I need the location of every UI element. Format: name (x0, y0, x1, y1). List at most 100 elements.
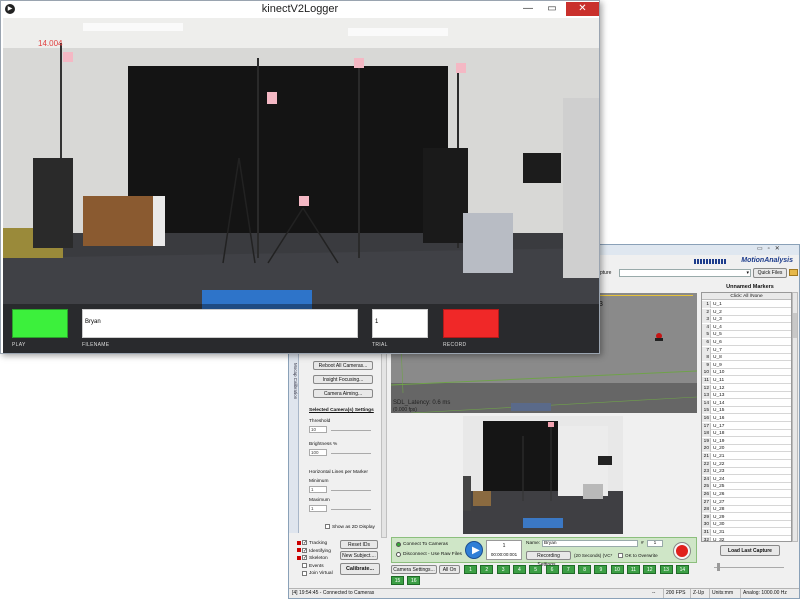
trial-number-input[interactable]: 1 (647, 540, 663, 547)
maximum-input[interactable]: 1 (309, 505, 327, 512)
play-button[interactable] (12, 309, 68, 338)
marker-row[interactable]: 30 U_30 (702, 521, 791, 529)
checkbox[interactable] (302, 563, 307, 569)
marker-row[interactable]: 1 U_1 (702, 301, 791, 308)
marker-row[interactable]: 6 U_6 (702, 339, 791, 346)
close-button[interactable]: ✕ (566, 2, 599, 16)
camera-button-2[interactable]: 2 (480, 565, 494, 574)
camera-button-10[interactable]: 10 (610, 565, 624, 574)
marker-row[interactable]: 25 U_25 (702, 483, 791, 491)
display-check-tracking[interactable]: Tracking (297, 540, 327, 547)
load-last-capture-button[interactable]: Load Last Capture (720, 545, 780, 556)
record-button[interactable] (443, 309, 499, 338)
insight-focusing-button[interactable]: Insight Focusing... (313, 375, 373, 384)
connect-option[interactable]: Connect To Cameras (396, 542, 448, 547)
camera-button-8[interactable]: 8 (578, 565, 592, 574)
marker-row[interactable]: 11 U_11 (702, 377, 791, 384)
brightness-input[interactable]: 100 (309, 449, 327, 456)
show-2d-checkbox[interactable] (325, 524, 330, 529)
play-button[interactable]: ▶ (465, 541, 483, 559)
minimum-slider[interactable] (331, 490, 371, 491)
camera-button-4[interactable]: 4 (512, 565, 526, 574)
show-2d-display[interactable]: Show as 2D Display (325, 524, 375, 530)
checkbox[interactable] (302, 547, 307, 553)
camera-button-14[interactable]: 14 (675, 565, 689, 574)
minimize-button[interactable]: — (518, 2, 538, 16)
record-button[interactable] (674, 543, 690, 559)
maximize-button[interactable]: ▭ (541, 2, 563, 16)
marker-row[interactable]: 12 U_12 (702, 384, 791, 392)
checkbox[interactable] (302, 540, 307, 546)
reset-ids-button[interactable]: Reset IDs (340, 540, 378, 549)
checkbox[interactable] (302, 555, 307, 561)
camera-button-6[interactable]: 6 (545, 565, 559, 574)
ma-window-controls[interactable]: ▭▫✕ (757, 246, 797, 253)
reboot-cameras-button[interactable]: Reboot All Cameras... (313, 361, 373, 370)
markers-scroll-thumb[interactable] (793, 313, 797, 338)
marker-row[interactable]: 8 U_8 (702, 354, 791, 362)
marker-row[interactable]: 15 U_15 (702, 407, 791, 415)
camera-button-11[interactable]: 11 (627, 565, 640, 574)
click-all-none[interactable]: Click: All /None (702, 293, 791, 300)
threshold-slider[interactable] (331, 430, 371, 431)
marker-row[interactable]: 21 U_21 (702, 453, 791, 460)
marker-row[interactable]: 9 U_9 (702, 361, 791, 369)
markers-scrollbar[interactable] (792, 292, 798, 542)
marker-row[interactable]: 16 U_16 (702, 415, 791, 422)
marker-row[interactable]: 26 U_26 (702, 491, 791, 498)
recording-settings-button[interactable]: Recording Settings... (526, 551, 571, 568)
marker-row[interactable]: 17 U_17 (702, 422, 791, 430)
marker-row[interactable]: 3 U_3 (702, 316, 791, 324)
disconnect-option[interactable]: Disconnect - Use Raw Files (396, 552, 462, 557)
marker-row[interactable]: 27 U_27 (702, 498, 791, 506)
capture-dropdown[interactable]: ▾ (619, 269, 751, 277)
markers-list[interactable]: Click: All /None 1 U_1 2 U_2 3 U_3 4 U_4 5 U_5 6 U_… (701, 292, 792, 542)
camera-button-12[interactable]: 12 (643, 565, 657, 574)
marker-row[interactable]: 20 U_20 (702, 445, 791, 453)
display-check-skeleton[interactable]: Skeleton (297, 555, 328, 562)
marker-row[interactable]: 29 U_29 (702, 513, 791, 521)
marker-row[interactable]: 14 U_14 (702, 399, 791, 407)
marker-row[interactable]: 18 U_18 (702, 430, 791, 438)
maximum-slider[interactable] (331, 509, 371, 510)
filename-input[interactable]: Bryan (82, 309, 358, 338)
camera-button-13[interactable]: 13 (659, 565, 673, 574)
all-on-button[interactable]: All On (439, 565, 460, 574)
folder-icon[interactable] (789, 269, 798, 276)
checkbox[interactable] (302, 570, 307, 576)
camera-button-3[interactable]: 3 (496, 565, 510, 574)
marker-row[interactable]: 23 U_23 (702, 468, 791, 476)
playback-slider-thumb[interactable] (717, 563, 720, 571)
marker-row[interactable]: 24 U_24 (702, 475, 791, 483)
minimum-input[interactable]: 1 (309, 486, 327, 493)
ok-overwrite-checkbox[interactable] (618, 553, 623, 559)
camera-settings-button[interactable]: Camera Settings... (391, 565, 437, 574)
marker-row[interactable]: 32 U_32 (702, 536, 791, 541)
camera-button-1[interactable]: 1 (464, 565, 477, 574)
marker-row[interactable]: 4 U_4 (702, 323, 791, 331)
display-check-events[interactable]: Events (297, 563, 324, 570)
camera-button-15[interactable]: 15 (391, 576, 404, 585)
marker-row[interactable]: 22 U_22 (702, 460, 791, 468)
camera-aiming-button[interactable]: Camera Aiming... (313, 389, 373, 398)
side-tabs[interactable]: Mocap Calibration (289, 353, 299, 533)
camera-button-16[interactable]: 16 (407, 576, 421, 585)
quick-files-button[interactable]: Quick Files (753, 268, 787, 278)
threshold-input[interactable]: 10 (309, 426, 327, 433)
display-check-identifying[interactable]: Identifying (297, 547, 331, 555)
name-input[interactable]: Bryan (542, 540, 638, 547)
marker-row[interactable]: 7 U_7 (702, 346, 791, 354)
camera-button-7[interactable]: 7 (561, 565, 575, 574)
display-check-join-virtual[interactable]: Join Virtual (297, 570, 333, 577)
settings-scrollbar[interactable] (381, 353, 387, 538)
marker-row[interactable]: 5 U_5 (702, 331, 791, 339)
playback-slider[interactable] (714, 567, 784, 568)
ok-overwrite-option[interactable]: OK to Overwrite (618, 553, 658, 559)
side-tabs-label[interactable]: Mocap Calibration (290, 363, 298, 399)
camera-button-9[interactable]: 9 (594, 565, 608, 574)
trial-input[interactable]: 1 (372, 309, 428, 338)
new-subject-button[interactable]: New Subject.... (340, 551, 378, 560)
marker-row[interactable]: 13 U_13 (702, 392, 791, 400)
marker-row[interactable]: 10 U_10 (702, 369, 791, 377)
marker-row[interactable]: 19 U_19 (702, 437, 791, 445)
